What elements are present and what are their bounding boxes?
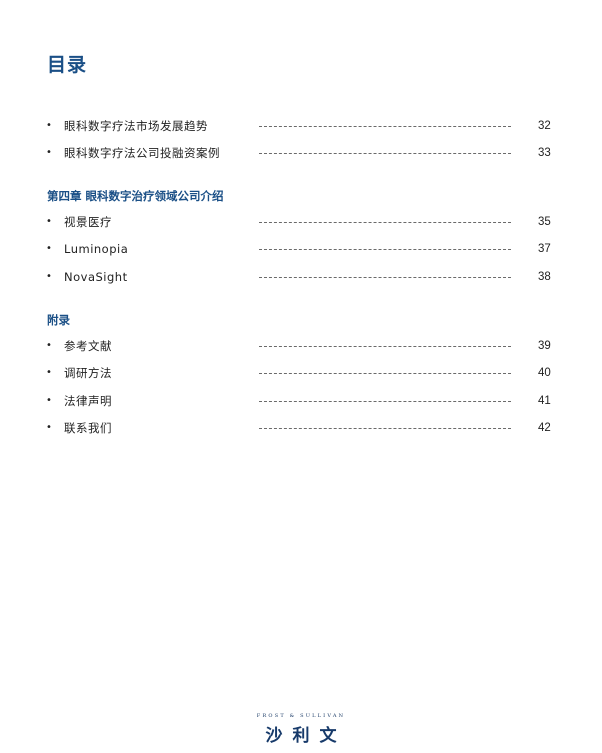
logo-english-text: FROST & SULLIVAN [256,713,346,719]
bullet-icon: • [46,243,52,254]
toc-entry-page[interactable]: 37 [538,239,551,259]
toc-entry[interactable]: • 调研方法 40 [0,363,602,383]
dotted-leader [259,126,511,127]
toc-entry[interactable]: • 视景医疗 35 [0,212,602,232]
toc-entry[interactable]: • Luminopia 37 [0,239,602,259]
dotted-leader [259,346,511,347]
chapter-heading[interactable]: 第四章 眼科数字治疗领域公司介绍 [47,186,224,206]
bullet-icon: • [46,216,52,227]
toc-entry[interactable]: • 眼科数字疗法公司投融资案例 33 [0,143,602,163]
toc-entry-page[interactable]: 35 [538,212,551,232]
dotted-leader [259,153,511,154]
toc-entry-label[interactable]: NovaSight [64,267,128,287]
dotted-leader [259,428,511,429]
toc-entry-page[interactable]: 40 [538,363,551,383]
toc-entry[interactable]: • 眼科数字疗法市场发展趋势 32 [0,116,602,136]
toc-entry-label[interactable]: 参考文献 [64,336,112,356]
page-title: 目录 [47,54,88,76]
bullet-icon: • [46,120,52,131]
toc-entry-page[interactable]: 38 [538,267,551,287]
logo-chinese-text: 沙利文 [265,726,347,746]
toc-entry-page[interactable]: 33 [538,143,551,163]
toc-entry-label[interactable]: 联系我们 [64,418,112,438]
toc-entry-label[interactable]: Luminopia [64,239,128,259]
appendix-heading[interactable]: 附录 [47,310,70,330]
bullet-icon: • [46,367,52,378]
toc-entry-page[interactable]: 42 [538,418,551,438]
toc-entry[interactable]: • NovaSight 38 [0,267,602,287]
toc-entry-label[interactable]: 法律声明 [64,391,112,411]
toc-entry-page[interactable]: 32 [538,116,551,136]
toc-entry[interactable]: • 参考文献 39 [0,336,602,356]
toc-entry[interactable]: • 法律声明 41 [0,391,602,411]
toc-entry-page[interactable]: 39 [538,336,551,356]
bullet-icon: • [46,340,52,351]
toc-entry-label[interactable]: 视景医疗 [64,212,112,232]
dotted-leader [259,277,511,278]
toc-entry-label[interactable]: 眼科数字疗法公司投融资案例 [64,143,220,163]
bullet-icon: • [46,147,52,158]
toc-entry[interactable]: • 联系我们 42 [0,418,602,438]
dotted-leader [259,249,511,250]
bullet-icon: • [46,395,52,406]
toc-entry-label[interactable]: 眼科数字疗法市场发展趋势 [64,116,208,136]
toc-entry-page[interactable]: 41 [538,391,551,411]
dotted-leader [259,222,511,223]
bullet-icon: • [46,422,52,433]
dotted-leader [259,401,511,402]
bullet-icon: • [46,271,52,282]
dotted-leader [259,373,511,374]
toc-entry-label[interactable]: 调研方法 [64,363,112,383]
frost-sullivan-logo: FROST & SULLIVAN 沙利文 [0,713,602,746]
